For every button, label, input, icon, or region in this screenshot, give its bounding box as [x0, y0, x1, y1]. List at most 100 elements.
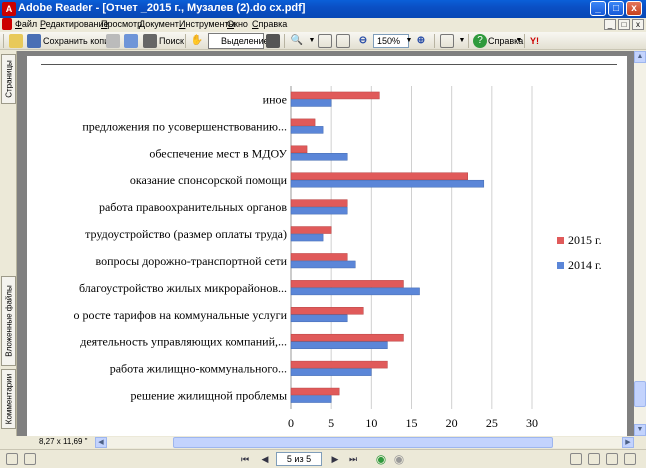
horizontal-bar: 8,27 x 11,69 " ◀ ▶ [0, 436, 646, 449]
maximize-button[interactable]: □ [608, 1, 624, 16]
bar-2014 [290, 287, 420, 296]
x-tick-label: 20 [446, 416, 458, 430]
status-bar: ⏮ ◀ 5 из 5 ▶ ⏭ ◉ ◉ [0, 449, 646, 468]
search-button[interactable]: Поиск [159, 33, 184, 49]
document-icon [2, 18, 12, 30]
scroll-down-button[interactable]: ▼ [634, 424, 646, 436]
bar-2014 [290, 233, 324, 242]
continuous-icon[interactable] [588, 453, 600, 465]
go-back-icon[interactable]: ◉ [374, 453, 388, 466]
help-icon[interactable]: ? [473, 34, 487, 48]
go-forward-icon[interactable]: ◉ [392, 453, 406, 466]
scroll-right-button[interactable]: ▶ [622, 437, 634, 448]
legend-label: 2015 г. [568, 233, 602, 247]
email-icon[interactable] [124, 34, 138, 48]
tab-pages[interactable]: Страницы [1, 54, 16, 104]
category-label: оказание спонсорской помощи [130, 173, 288, 187]
minimize-button[interactable]: _ [590, 1, 606, 16]
page-layout-icon[interactable] [440, 34, 454, 48]
snapshot-icon[interactable] [266, 34, 280, 48]
page-number-field[interactable]: 5 из 5 [276, 452, 322, 466]
print-icon[interactable] [106, 34, 120, 48]
document-view[interactable]: иное предложения по усовершенствованию...… [17, 51, 634, 436]
zoom-in-icon[interactable]: ⊕ [414, 34, 428, 48]
category-label: обеспечение мест в МДОУ [149, 146, 287, 160]
chart-category-labels: иное предложения по усовершенствованию...… [74, 92, 288, 402]
category-label: деятельность управляющих компаний,... [80, 335, 287, 349]
bar-2015 [290, 333, 404, 342]
last-page-button[interactable]: ⏭ [346, 453, 360, 466]
category-label: работа правоохранительных органов [99, 200, 287, 214]
toolbar-separator [524, 34, 525, 48]
bar-2014 [290, 314, 348, 323]
previous-page-button[interactable]: ◀ [258, 453, 272, 466]
menu-help[interactable]: Справка [252, 19, 287, 29]
category-label: вопросы дорожно-транспортной сети [96, 254, 288, 268]
page-number-value: 5 из 5 [286, 454, 312, 464]
yahoo-button[interactable]: Y! [530, 33, 539, 49]
chart-legend: 2015 г. 2014 г. [557, 233, 602, 272]
bar-2014 [290, 395, 332, 403]
menu-document[interactable]: Документ [139, 19, 179, 29]
navigation-panel: Страницы Вложенные файлы Комментарии [0, 51, 17, 436]
scroll-left-button[interactable]: ◀ [95, 437, 107, 448]
bar-2014 [290, 153, 348, 161]
status-page-icon [6, 453, 18, 465]
continuous-facing-icon[interactable] [624, 453, 636, 465]
toolbar-separator [468, 34, 469, 48]
x-tick-label: 25 [486, 416, 498, 430]
bar-2014 [290, 260, 356, 269]
chart-grid [290, 86, 533, 409]
menu-edit[interactable]: Редактирование [40, 19, 109, 29]
category-label: иное [263, 92, 287, 106]
chart-tick-labels: 0 5 10 15 20 25 30 [288, 416, 538, 430]
bar-2015 [290, 360, 388, 369]
facing-icon[interactable] [606, 453, 618, 465]
tab-attachments[interactable]: Вложенные файлы [1, 276, 16, 366]
bar-2015 [290, 91, 380, 100]
save-icon[interactable] [27, 34, 41, 48]
vertical-scroll-thumb[interactable] [634, 381, 646, 407]
doc-minimize-button[interactable]: _ [604, 19, 616, 30]
menu-window[interactable]: Окно [227, 19, 248, 29]
vertical-scrollbar[interactable]: ▲ ▼ [634, 51, 646, 436]
save-copy-button[interactable]: Сохранить копию [43, 33, 116, 49]
close-button[interactable]: x [626, 1, 642, 16]
single-page-icon[interactable] [570, 453, 582, 465]
title-bar: A Adobe Reader - [Отчет _2015 г., Музале… [0, 0, 646, 18]
tab-comments-label: Комментарии [4, 373, 13, 425]
x-tick-label: 0 [288, 416, 294, 430]
zoom-out-icon[interactable]: ⊖ [356, 34, 370, 48]
bar-2015 [290, 280, 404, 288]
zoom-in-tool-icon[interactable]: 🔍 [290, 34, 304, 48]
horizontal-scrollbar[interactable]: ◀ ▶ [95, 437, 634, 448]
binoculars-icon[interactable] [143, 34, 157, 48]
category-label: трудоустройство (размер оплаты труда) [85, 227, 287, 241]
menu-view[interactable]: Просмотр [101, 19, 142, 29]
bar-chart: иное предложения по усовершенствованию...… [74, 86, 602, 430]
horizontal-scroll-thumb[interactable] [173, 437, 553, 448]
status-doc-icon [24, 453, 36, 465]
actual-size-icon[interactable] [318, 34, 332, 48]
select-tool-button[interactable]: Выделение [208, 33, 269, 49]
doc-close-button[interactable]: x [632, 19, 644, 30]
fit-page-icon[interactable] [336, 34, 350, 48]
bar-2014 [290, 206, 348, 215]
menu-file[interactable]: Файл [15, 19, 37, 29]
layout-dropdown-icon[interactable]: ▼ [455, 34, 469, 48]
hand-tool-icon[interactable]: ✋ [190, 34, 204, 48]
first-page-button[interactable]: ⏮ [238, 453, 252, 466]
legend-label: 2014 г. [568, 258, 602, 272]
tab-comments[interactable]: Комментарии [1, 369, 16, 429]
scroll-up-button[interactable]: ▲ [634, 51, 646, 63]
legend-swatch [557, 262, 564, 269]
bar-2015 [290, 253, 348, 261]
x-tick-label: 30 [526, 416, 538, 430]
open-folder-icon[interactable] [9, 34, 23, 48]
select-tool-label: Выделение [221, 36, 269, 46]
doc-restore-button[interactable]: □ [618, 19, 630, 30]
bar-2014 [290, 341, 388, 349]
chevron-down-icon[interactable]: ▼ [305, 34, 319, 48]
adobe-reader-icon: A [2, 2, 16, 16]
next-page-button[interactable]: ▶ [328, 453, 342, 466]
